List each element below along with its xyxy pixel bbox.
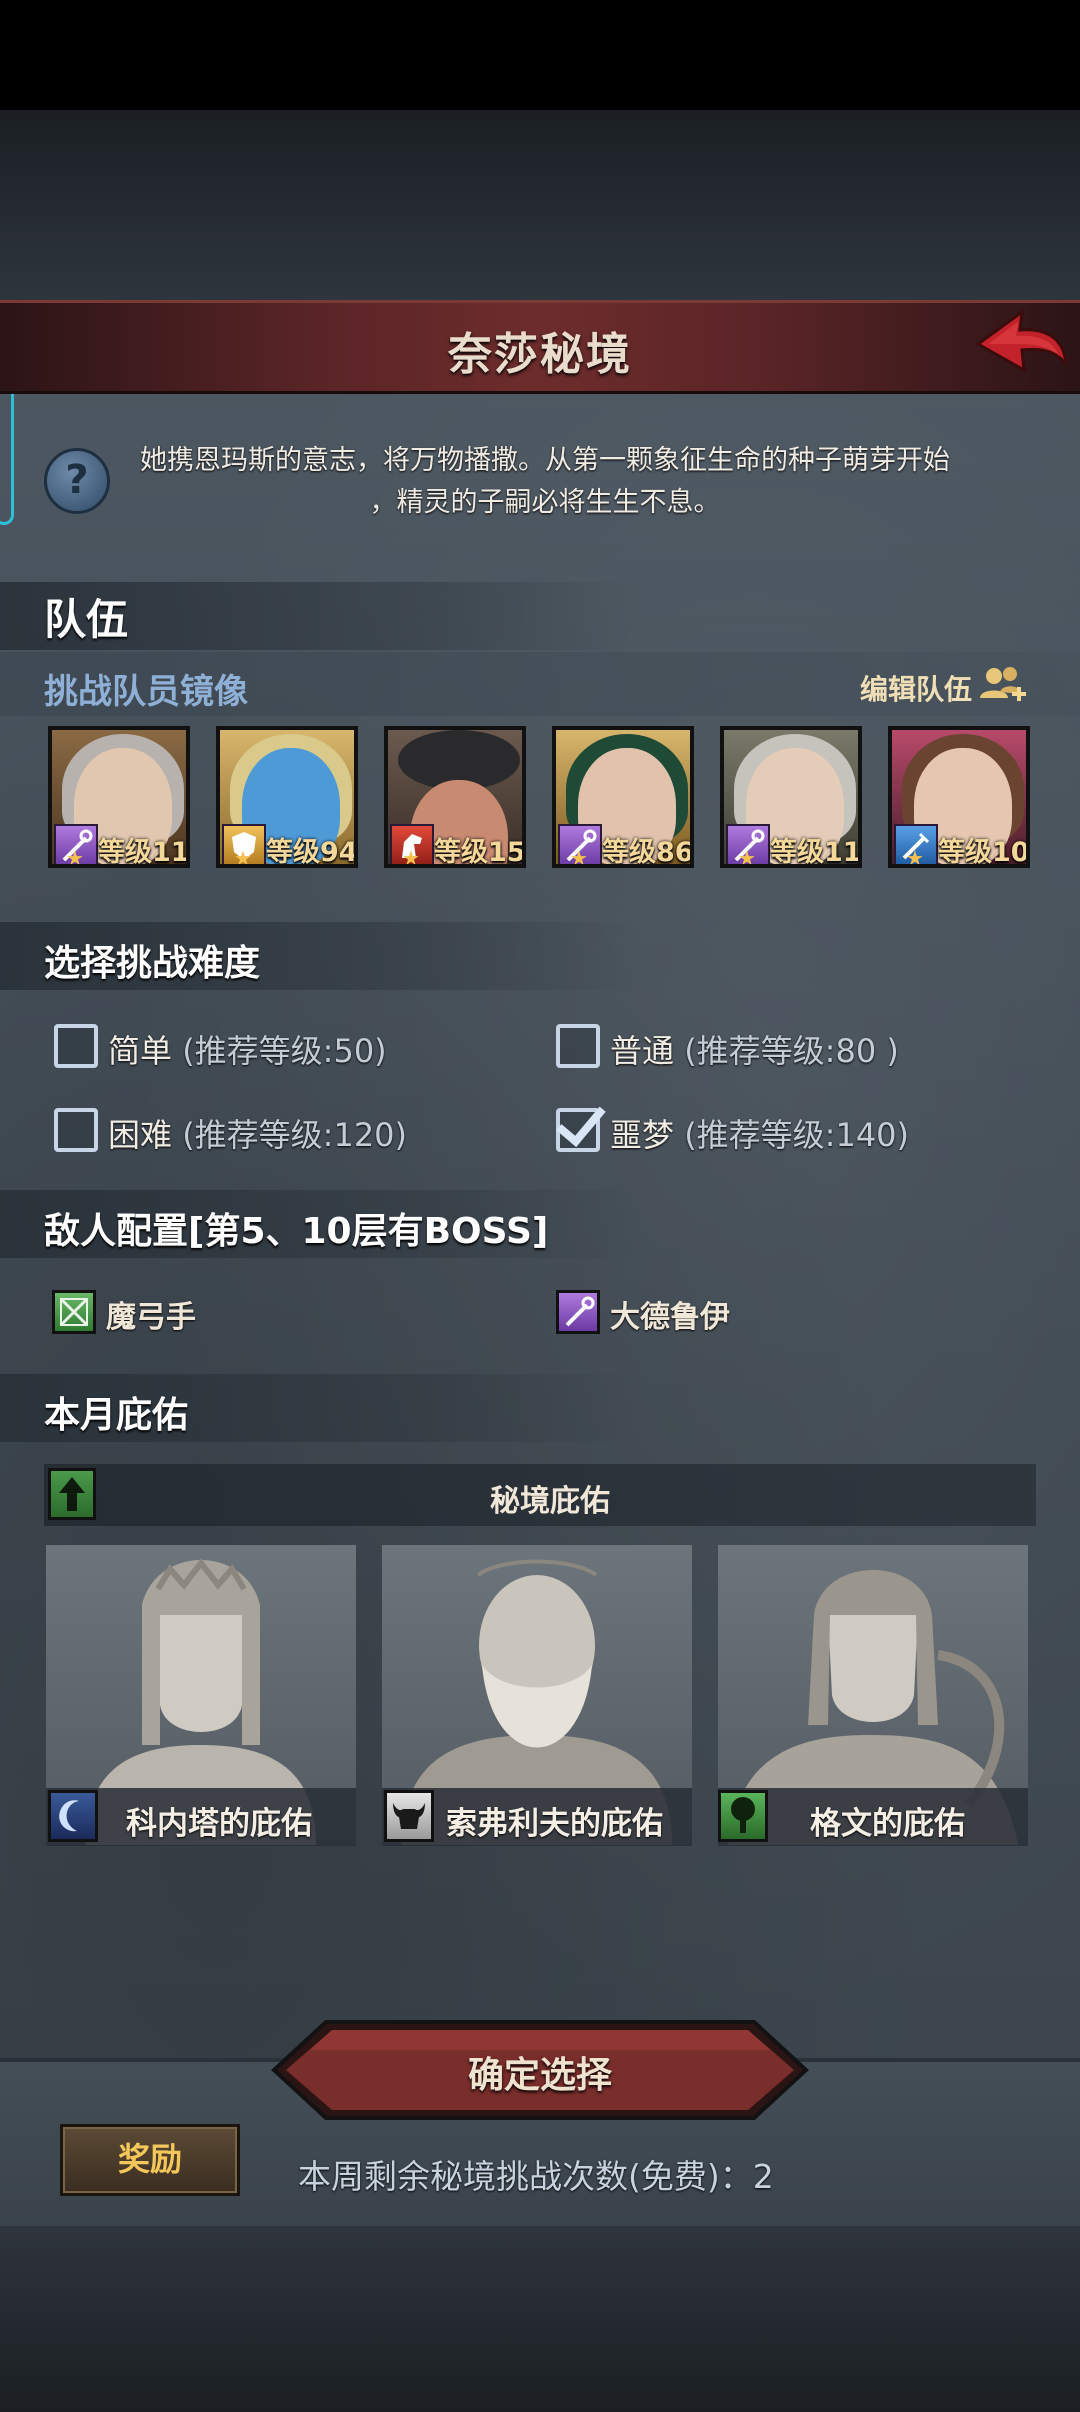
enemy-section-title: 敌人配置[第5、10层有BOSS]: [44, 1211, 549, 1252]
back-button[interactable]: [970, 304, 1070, 390]
hero-level: 等级86: [602, 837, 694, 868]
staff-icon: [556, 1290, 600, 1334]
difficulty-hard-label[interactable]: 困难 (推荐等级:120): [108, 1110, 407, 1156]
difficulty-nightmare-checkbox[interactable]: [556, 1108, 600, 1152]
enemy-archer-label: 魔弓手: [106, 1300, 196, 1335]
recommended-level: (推荐等级:120): [182, 1116, 408, 1154]
difficulty-normal-label[interactable]: 普通 (推荐等级:80 ): [610, 1026, 899, 1072]
dungeon-description: 她携恩玛斯的意志，将万物播撒。从第一颗象征生命的种子萌芽开始 ，精灵的子嗣必将生…: [120, 440, 970, 524]
enemy-druid-label: 大德鲁伊: [610, 1300, 730, 1335]
bull-skull-icon: [384, 1790, 434, 1842]
confirm-button-label[interactable]: 确定选择: [270, 2046, 810, 2098]
difficulty-nightmare-label[interactable]: 噩梦 (推荐等级:140): [610, 1110, 909, 1156]
challenge-members-title: 挑战队员镜像: [44, 672, 248, 712]
difficulty-section-title: 选择挑战难度: [44, 943, 261, 984]
blessing-name-2: 索弗利夫的庇佑: [446, 1806, 663, 1842]
difficulty-easy-checkbox[interactable]: [54, 1024, 98, 1068]
recommended-level: (推荐等级:80 ): [684, 1032, 899, 1070]
edit-team-button[interactable]: 编辑队伍: [860, 668, 972, 708]
star-icon: ★: [570, 846, 588, 868]
moon-icon: [48, 1790, 98, 1842]
back-arrow-icon: [975, 308, 1068, 373]
remaining-attempts-text: 本周剩余秘境挑战次数(免费)：2: [298, 2157, 774, 2196]
star-icon: ★: [738, 846, 756, 868]
hero-portrait-1[interactable]: ★ 等级115: [48, 726, 190, 868]
difficulty-hard-checkbox[interactable]: [54, 1108, 98, 1152]
difficulty-name: 困难: [108, 1116, 173, 1154]
recommended-level: (推荐等级:140): [684, 1116, 910, 1154]
star-icon: ★: [66, 846, 84, 868]
hero-level: 等级115: [98, 837, 190, 868]
star-icon: ★: [906, 846, 924, 868]
difficulty-name: 普通: [610, 1032, 675, 1070]
tree-icon: [718, 1790, 768, 1842]
team-edit-icon[interactable]: [978, 662, 1028, 710]
difficulty-name: 简单: [108, 1032, 173, 1070]
difficulty-normal-checkbox[interactable]: [556, 1024, 600, 1068]
hero-portrait-3[interactable]: ★ 等级150: [384, 726, 526, 868]
recommended-level: (推荐等级:50): [182, 1032, 387, 1070]
hero-level: 等级119: [770, 837, 862, 868]
help-icon[interactable]: ?: [44, 448, 110, 514]
hero-level: 等级150: [434, 837, 526, 868]
blessing-bar-title: 秘境庇佑: [490, 1484, 610, 1519]
blessing-name-3: 格文的庇佑: [810, 1806, 965, 1842]
hero-portrait-6[interactable]: ★ 等级102: [888, 726, 1030, 868]
star-icon: ★: [402, 846, 420, 868]
description-line-2: ，精灵的子嗣必将生生不息。: [369, 487, 721, 518]
description-line-1: 她携恩玛斯的意志，将万物播撒。从第一颗象征生命的种子萌芽开始: [140, 445, 950, 476]
background-bottom: [0, 2222, 1080, 2412]
hero-portrait-5[interactable]: ★ 等级119: [720, 726, 862, 868]
background-top: [0, 110, 1080, 300]
hero-portrait-4[interactable]: ★ 等级86: [552, 726, 694, 868]
star-icon: ★: [234, 846, 252, 868]
hero-level: 等级102: [938, 837, 1030, 868]
difficulty-name: 噩梦: [610, 1116, 675, 1154]
bow-icon: [52, 1290, 96, 1334]
hero-level: 等级94: [266, 837, 358, 868]
difficulty-easy-label[interactable]: 简单 (推荐等级:50): [108, 1026, 387, 1072]
blessing-name-1: 科内塔的庇佑: [126, 1806, 312, 1842]
page-title: 奈莎秘境: [448, 329, 632, 380]
reward-button[interactable]: 奖励: [60, 2124, 240, 2196]
team-section-title: 队伍: [44, 595, 129, 644]
status-bar-area: [0, 0, 1080, 110]
hero-portrait-2[interactable]: ★ 等级94: [216, 726, 358, 868]
blessing-section-title: 本月庇佑: [44, 1395, 189, 1436]
